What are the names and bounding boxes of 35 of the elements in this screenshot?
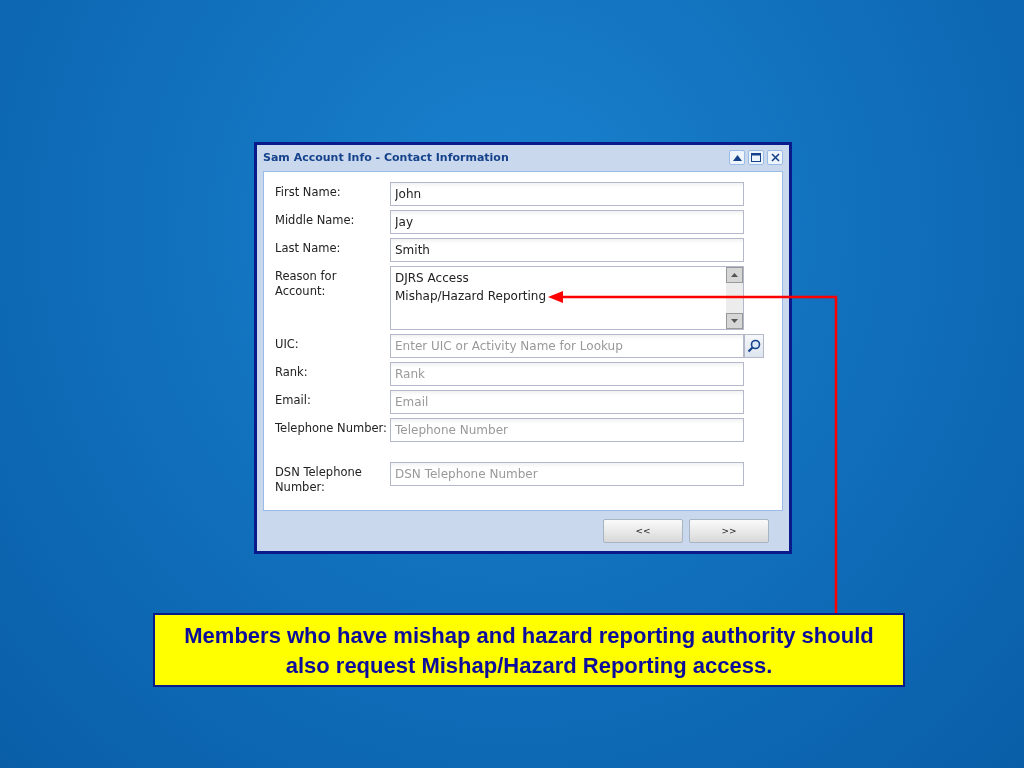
scroll-down-icon [731, 319, 738, 323]
field-label: First Name: [275, 184, 342, 200]
maximize-button[interactable] [748, 150, 764, 165]
close-button[interactable] [767, 150, 783, 165]
search-icon [747, 339, 761, 353]
close-icon [770, 153, 780, 162]
input-field[interactable]: Jay [390, 210, 744, 234]
collapse-button[interactable] [729, 150, 745, 165]
text-line: DJRS Access [395, 270, 470, 287]
field-label: Email: [275, 392, 312, 408]
triangle-up-icon [732, 154, 742, 161]
window-title: Sam Account Info - Contact Information [263, 151, 509, 164]
field-label: UIC: [275, 336, 300, 352]
field-label: Reason for Account: [275, 268, 338, 299]
field-label: Last Name: [275, 240, 342, 256]
text-line: Mishap/Hazard Reporting [395, 288, 548, 305]
field-label: DSN Telephone Number: [275, 464, 363, 495]
field-label: Rank: [275, 364, 309, 380]
input-field[interactable]: Email [390, 390, 744, 414]
input-field[interactable]: DSN Telephone Number [390, 462, 744, 486]
field-label: Middle Name: [275, 212, 356, 228]
lookup-field[interactable]: Enter UIC or Activity Name for Lookup [390, 334, 744, 358]
maximize-icon [751, 153, 761, 162]
nav-button[interactable]: >> [689, 519, 769, 543]
scroll-up-icon [731, 273, 738, 277]
text-area[interactable]: DJRS Access Mishap/Hazard Reporting [390, 266, 744, 330]
scrollbar[interactable] [726, 267, 743, 329]
field-label: Telephone Number: [275, 420, 388, 436]
search-button[interactable] [744, 334, 764, 358]
input-field[interactable]: Telephone Number [390, 418, 744, 442]
input-field[interactable]: Rank [390, 362, 744, 386]
input-field[interactable]: Smith [390, 238, 744, 262]
callout-note: Members who have mishap and hazard reporting authority should also request Mishap/Hazard Reporting access. [153, 613, 905, 687]
input-field[interactable]: John [390, 182, 744, 206]
nav-button[interactable]: << [603, 519, 683, 543]
